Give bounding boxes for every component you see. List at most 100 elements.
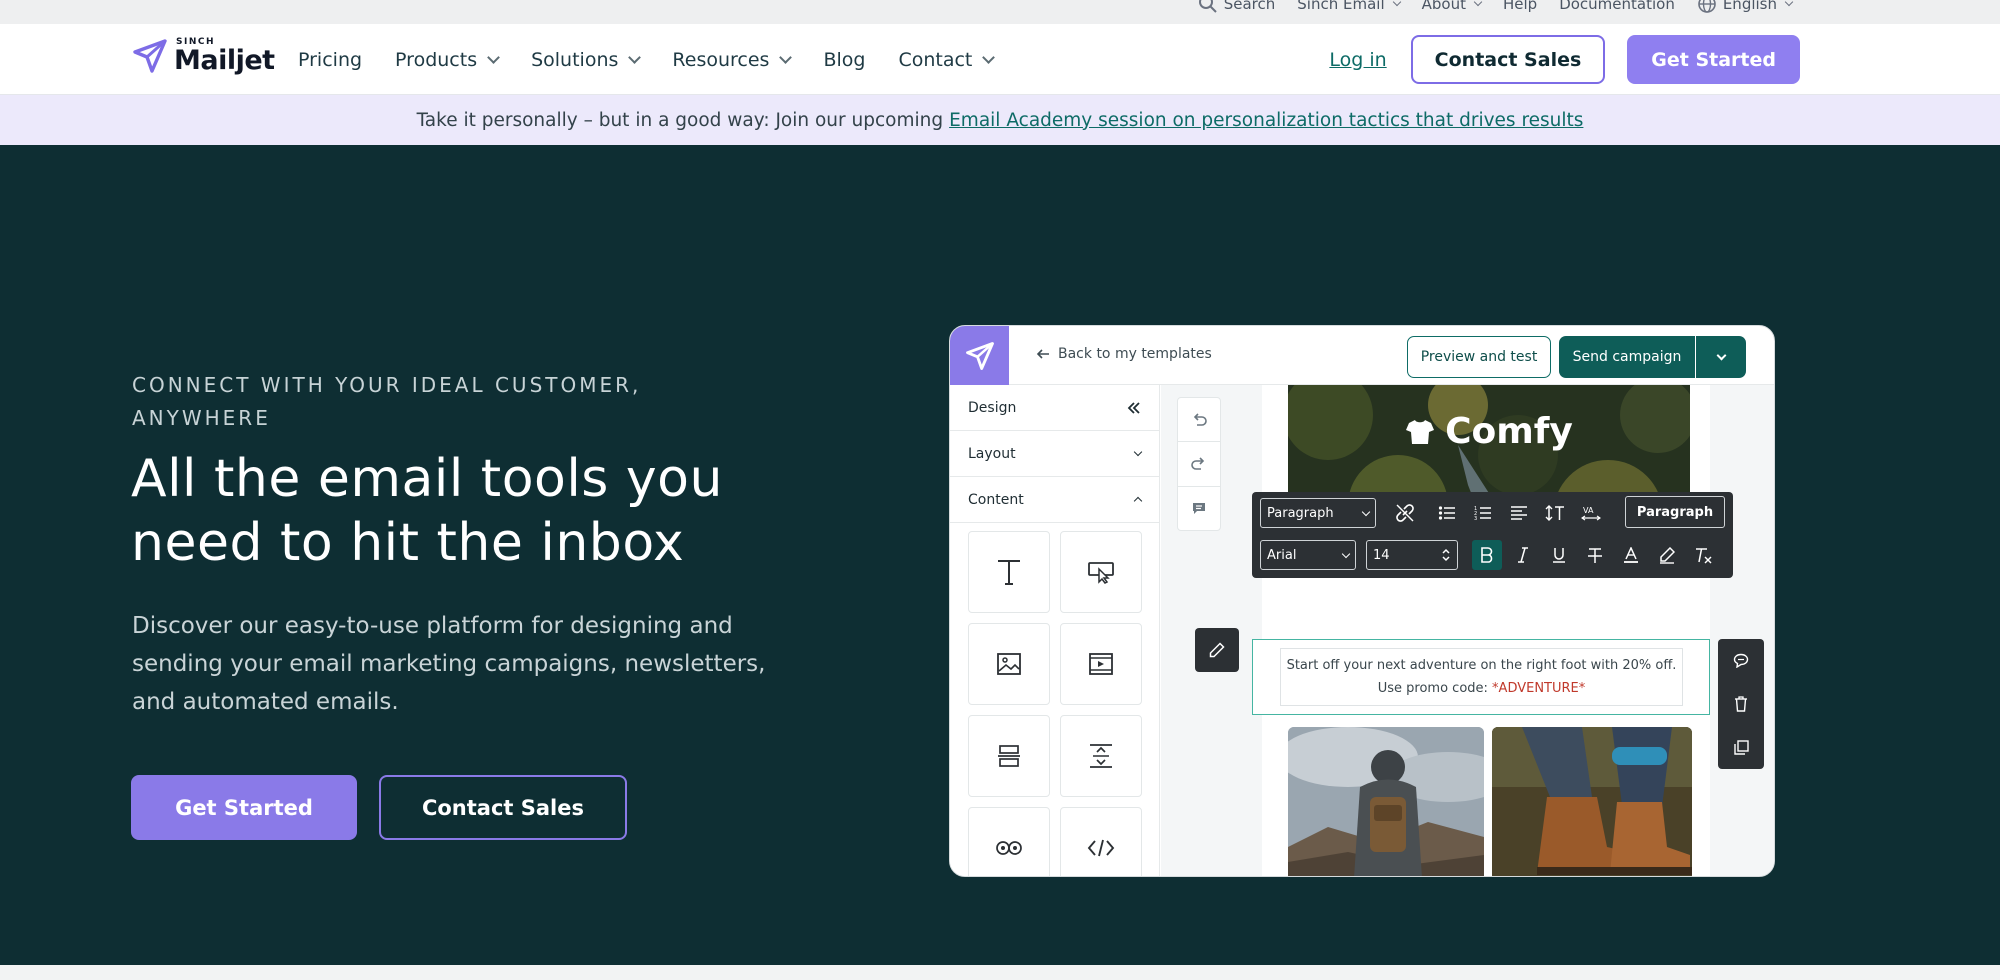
nav-resources[interactable]: Resources	[672, 49, 793, 71]
search-icon	[1198, 0, 1217, 13]
selected-text-block[interactable]: Start off your next adventure on the rig…	[1252, 639, 1710, 715]
social-icon	[996, 841, 1022, 855]
editor-topbar: Back to my templates Preview and test Se…	[950, 326, 1774, 385]
redo-icon	[1191, 457, 1205, 470]
nav-products[interactable]: Products	[395, 48, 500, 71]
undo-icon	[1193, 413, 1207, 426]
duplicate-block-button[interactable]	[1718, 726, 1764, 769]
block-actions-toolbar	[1718, 639, 1764, 769]
chevron-down-icon	[1716, 350, 1726, 361]
nav-get-started-button[interactable]: Get Started	[1627, 35, 1800, 84]
panel-layout-label: Layout	[968, 445, 1016, 462]
brand-name: Comfy	[1445, 411, 1573, 452]
bullet-list-icon	[1438, 506, 1455, 520]
text-block-content[interactable]: Start off your next adventure on the rig…	[1280, 648, 1683, 706]
font-family-value: Arial	[1267, 547, 1297, 563]
italic-icon	[1518, 547, 1528, 563]
globe-icon	[1698, 0, 1716, 13]
letter-spacing-button[interactable]: VA	[1576, 498, 1606, 528]
clear-format-button[interactable]	[1688, 540, 1718, 570]
social-block-tile[interactable]	[968, 807, 1050, 876]
utility-sinch-email[interactable]: Sinch Email	[1297, 0, 1401, 13]
font-size-stepper[interactable]: 14	[1366, 540, 1458, 570]
nav-contact[interactable]: Contact	[898, 49, 996, 71]
image-block-tile[interactable]	[968, 623, 1050, 705]
redo-button[interactable]	[1178, 442, 1220, 487]
preview-and-test-button[interactable]: Preview and test	[1407, 336, 1551, 378]
line-height-button[interactable]	[1540, 498, 1570, 528]
send-campaign-button[interactable]: Send campaign	[1559, 336, 1695, 378]
text-color-icon	[1624, 546, 1638, 563]
nav-pricing[interactable]: Pricing	[298, 49, 362, 71]
chevron-down-icon	[1341, 549, 1351, 558]
utility-documentation-label: Documentation	[1559, 0, 1675, 13]
text-block-tile[interactable]	[968, 531, 1050, 613]
promo-code: *ADVENTURE*	[1492, 681, 1586, 696]
chevron-up-icon	[1133, 496, 1143, 506]
paragraph-style-button[interactable]: Paragraph	[1625, 496, 1725, 528]
underline-button[interactable]	[1544, 540, 1574, 570]
nav-solutions-label: Solutions	[531, 48, 619, 71]
italic-button[interactable]	[1508, 540, 1538, 570]
unlink-button[interactable]	[1390, 498, 1420, 528]
bullet-list-button[interactable]	[1432, 498, 1462, 528]
align-button[interactable]	[1504, 498, 1534, 528]
utility-about-label: About	[1421, 0, 1466, 13]
pencil-icon	[1209, 642, 1225, 658]
editor-side-panel: Design Layout Content	[950, 385, 1160, 876]
html-block-tile[interactable]	[1060, 807, 1142, 876]
comments-button[interactable]	[1178, 487, 1220, 530]
video-block-tile[interactable]	[1060, 623, 1142, 705]
formatting-toolbar: Paragraph 123 VA Paragraph Arial 14	[1252, 492, 1733, 578]
button-block-tile[interactable]	[1060, 531, 1142, 613]
undo-button[interactable]	[1178, 398, 1220, 443]
spacer-icon	[1090, 744, 1112, 768]
block-style-select[interactable]: Paragraph	[1260, 498, 1376, 528]
collapse-double-chevron-icon[interactable]	[1127, 401, 1141, 414]
nav-products-label: Products	[395, 48, 478, 71]
chevron-down-icon	[487, 50, 500, 64]
utility-about[interactable]: About	[1421, 0, 1483, 13]
hero-get-started-button[interactable]: Get Started	[131, 775, 357, 840]
text-color-button[interactable]	[1616, 540, 1646, 570]
tshirt-icon	[1406, 419, 1435, 444]
promo-line-1: Start off your next adventure on the rig…	[1286, 658, 1677, 673]
strikethrough-button[interactable]	[1580, 540, 1610, 570]
spacer-block-tile[interactable]	[1060, 715, 1142, 797]
nav-contact-sales-button[interactable]: Contact Sales	[1410, 35, 1606, 84]
unlink-icon	[1396, 504, 1414, 522]
line-height-icon	[1545, 505, 1564, 521]
promo-line-2: Use promo code: *ADVENTURE*	[1281, 677, 1682, 700]
send-options-button[interactable]	[1696, 336, 1746, 378]
panel-content[interactable]: Content	[950, 477, 1159, 523]
bold-button[interactable]	[1472, 540, 1502, 570]
comment-icon	[1733, 653, 1749, 669]
paper-plane-icon	[965, 341, 994, 370]
back-to-templates-link[interactable]: Back to my templates	[1036, 346, 1212, 362]
clear-format-icon	[1696, 547, 1712, 563]
hero-contact-sales-button[interactable]: Contact Sales	[379, 775, 627, 840]
hero-section: CONNECT WITH YOUR IDEAL CUSTOMER, ANYWHE…	[0, 145, 2000, 965]
nav-solutions[interactable]: Solutions	[531, 48, 642, 71]
nav-blog[interactable]: Blog	[823, 49, 865, 71]
utility-documentation[interactable]: Documentation	[1559, 0, 1675, 13]
delete-block-button[interactable]	[1718, 682, 1764, 725]
banner-link[interactable]: Email Academy session on personalization…	[949, 110, 1583, 131]
panel-layout[interactable]: Layout	[950, 431, 1159, 477]
utility-language[interactable]: English	[1697, 0, 1794, 14]
chevron-down-icon	[779, 50, 793, 64]
hero-eyebrow: CONNECT WITH YOUR IDEAL CUSTOMER, ANYWHE…	[132, 373, 642, 430]
utility-help[interactable]: Help	[1503, 0, 1537, 13]
highlight-button[interactable]	[1652, 540, 1682, 570]
comment-block-button[interactable]	[1718, 639, 1764, 682]
panel-design[interactable]: Design	[950, 385, 1159, 431]
login-link[interactable]: Log in	[1329, 49, 1386, 71]
mailjet-logo[interactable]: SINCH Mailjet	[132, 38, 275, 74]
utility-search[interactable]: Search	[1198, 0, 1275, 14]
font-family-select[interactable]: Arial	[1260, 540, 1356, 570]
image-icon	[997, 653, 1021, 675]
edit-block-button[interactable]	[1195, 628, 1239, 672]
copy-icon	[1733, 740, 1749, 755]
divider-block-tile[interactable]	[968, 715, 1050, 797]
numbered-list-button[interactable]: 123	[1468, 498, 1498, 528]
